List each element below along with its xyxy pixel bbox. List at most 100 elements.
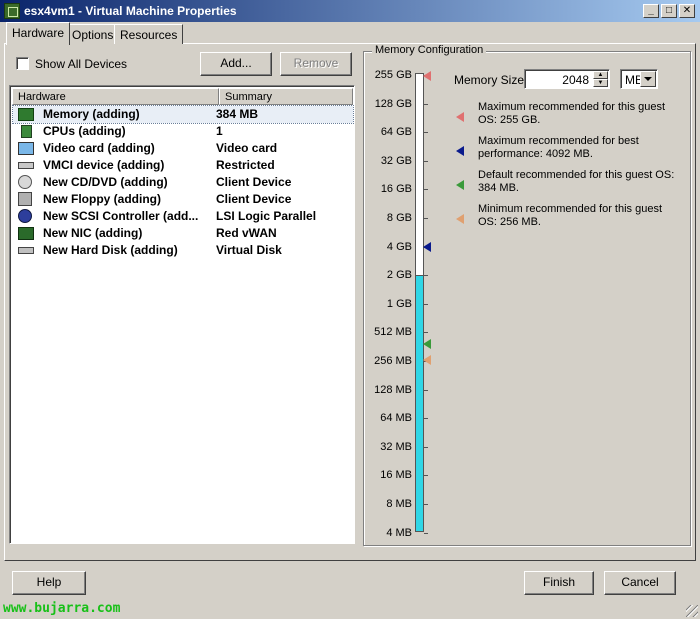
scale-label: 16 MB [380, 469, 412, 482]
hardware-row-scsi[interactable]: New SCSI Controller (add... LSI Logic Pa… [13, 208, 353, 225]
scale-label: 256 MB [374, 355, 412, 367]
hardware-row-hard-disk[interactable]: New Hard Disk (adding) Virtual Disk [13, 242, 353, 259]
hardware-row-video-card[interactable]: Video card (adding) Video card [13, 140, 353, 157]
scale-tick [424, 189, 428, 190]
close-button[interactable]: ✕ [679, 4, 695, 18]
title-bar[interactable]: esx4vm1 - Virtual Machine Properties _ □… [0, 0, 700, 22]
show-all-devices-checkbox[interactable] [16, 57, 29, 70]
scale-label: 8 MB [386, 498, 412, 510]
tab-hardware[interactable]: Hardware [6, 22, 71, 45]
row-name: Video card (adding) [43, 141, 155, 155]
scale-tick [424, 504, 428, 505]
scale-tick [424, 218, 428, 219]
scale-tick [424, 533, 428, 534]
column-header-hardware[interactable]: Hardware [12, 88, 219, 105]
legend-min-guest-os: Minimum recommended for this guest OS: 2… [478, 203, 663, 228]
scale-label: 8 GB [386, 212, 412, 224]
scale-tick [424, 304, 428, 305]
scale-tick [424, 390, 428, 391]
tab-resources[interactable]: Resources [114, 24, 184, 44]
minimize-button[interactable]: _ [643, 4, 659, 18]
scale-label: 16 GB [380, 183, 412, 196]
maximize-button[interactable]: □ [661, 4, 677, 18]
finish-button[interactable]: Finish [524, 571, 594, 595]
row-name: Memory (adding) [43, 107, 140, 121]
memory-spin-down-button[interactable]: ▼ [593, 79, 608, 87]
min-guest-os-marker-icon [423, 355, 431, 365]
max-guest-os-marker-icon [423, 71, 431, 81]
scale-label: 128 MB [374, 383, 412, 396]
hardware-row-nic[interactable]: New NIC (adding) Red vWAN [13, 225, 353, 242]
row-summary: 384 MB [216, 107, 259, 121]
scale-tick [424, 104, 428, 105]
legend-max-guest-icon [456, 112, 464, 122]
hard-disk-icon [18, 247, 34, 254]
vm-app-icon [4, 3, 20, 19]
legend-max-guest-os: Maximum recommended for this guest OS: 2… [478, 101, 666, 126]
resize-grip-icon[interactable] [686, 605, 698, 617]
cd-dvd-icon [18, 175, 32, 189]
row-name: New SCSI Controller (add... [43, 209, 199, 223]
remove-button[interactable]: Remove [280, 52, 352, 76]
hardware-row-vmci[interactable]: VMCI device (adding) Restricted [13, 157, 353, 174]
legend-max-best-performance: Maximum recommended for best performance… [478, 135, 639, 160]
row-summary: 1 [216, 124, 223, 138]
hardware-row-cd-dvd[interactable]: New CD/DVD (adding) Client Device [13, 174, 353, 191]
row-summary: Client Device [216, 175, 292, 189]
scale-tick [424, 418, 428, 419]
legend-default: Default recommended for this guest OS: 3… [478, 169, 675, 194]
vmci-icon [18, 162, 34, 169]
monitor-icon [18, 142, 34, 155]
cpu-icon [21, 125, 32, 138]
scale-tick [424, 161, 428, 162]
legend-min-icon [456, 214, 464, 224]
column-header-summary[interactable]: Summary [219, 88, 353, 105]
row-name: CPUs (adding) [43, 124, 126, 138]
memory-configuration-title: Memory Configuration [372, 44, 487, 56]
row-summary: Restricted [216, 158, 275, 172]
memory-slider-fill [415, 275, 424, 532]
scale-label: 64 MB [380, 412, 412, 425]
scale-label: 512 MB [374, 326, 412, 339]
row-summary: Client Device [216, 192, 292, 206]
scale-tick [424, 475, 428, 476]
hardware-row-memory[interactable]: Memory (adding) 384 MB [12, 105, 354, 124]
help-button[interactable]: Help [12, 571, 86, 595]
scale-label: 1 GB [386, 297, 412, 310]
hardware-list[interactable]: Hardware Summary Memory (adding) 384 MB … [9, 85, 355, 544]
scale-tick [424, 275, 428, 276]
scale-tick [424, 132, 428, 133]
scale-label: 4 GB [386, 240, 412, 253]
max-best-performance-marker-icon [423, 242, 431, 252]
row-name: New Hard Disk (adding) [43, 243, 178, 257]
scale-tick [424, 332, 428, 333]
scale-label: 32 GB [380, 154, 412, 167]
cancel-button[interactable]: Cancel [604, 571, 676, 595]
add-button[interactable]: Add... [200, 52, 272, 76]
row-name: VMCI device (adding) [43, 158, 165, 172]
show-all-devices-label[interactable]: Show All Devices [35, 57, 127, 71]
row-summary: Red vWAN [216, 226, 277, 240]
legend-default-icon [456, 180, 464, 190]
nic-icon [18, 227, 34, 240]
memory-icon [18, 108, 34, 121]
scale-label: 64 GB [380, 126, 412, 139]
chevron-down-icon[interactable] [640, 71, 656, 87]
row-name: New Floppy (adding) [43, 192, 161, 206]
row-summary: LSI Logic Parallel [216, 209, 317, 223]
floppy-icon [18, 192, 32, 206]
hardware-row-cpus[interactable]: CPUs (adding) 1 [13, 123, 353, 140]
hardware-row-floppy[interactable]: New Floppy (adding) Client Device [13, 191, 353, 208]
scale-label: 255 GB [374, 69, 412, 81]
row-name: New NIC (adding) [43, 226, 143, 240]
window-title: esx4vm1 - Virtual Machine Properties [24, 4, 237, 18]
scale-tick [424, 447, 428, 448]
watermark-text: www.bujarra.com [3, 601, 121, 616]
scale-label: 32 MB [380, 440, 412, 453]
scsi-icon [18, 209, 32, 223]
memory-spin-up-button[interactable]: ▲ [593, 71, 608, 79]
scale-label: 4 MB [386, 526, 412, 539]
scale-label: 2 GB [386, 269, 412, 282]
scale-label: 128 GB [374, 97, 412, 110]
tab-options[interactable]: Options [66, 24, 120, 44]
